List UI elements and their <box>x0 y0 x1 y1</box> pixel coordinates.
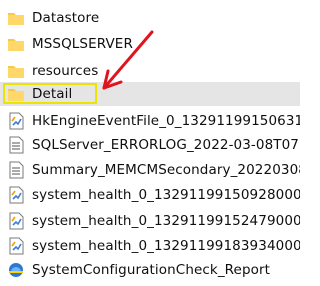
list-item-sqlserver-errorlog[interactable]: SQLServer_ERRORLOG_2022-03-08T07.46.... <box>0 133 300 157</box>
list-item-label: system_health_0_132911991524790000_20... <box>32 213 300 229</box>
folder-icon <box>7 9 25 27</box>
list-item-label: SQLServer_ERRORLOG_2022-03-08T07.46.... <box>32 137 300 153</box>
list-item-label: system_health_0_132911991839340000_20... <box>32 238 300 254</box>
list-item-label: HkEngineEventFile_0_13291199150631000... <box>32 113 300 129</box>
list-item-system-health-3[interactable]: system_health_0_132911991839340000_20... <box>0 234 300 258</box>
file-list: Datastore MSSQLSERVER resources Detail H… <box>0 0 300 286</box>
list-item-label: Summary_MEMCMSecondary_20220308_... <box>32 162 300 178</box>
xel-file-icon <box>7 186 25 204</box>
text-file-icon <box>7 136 25 154</box>
list-item-system-health-2[interactable]: system_health_0_132911991524790000_20... <box>0 209 300 233</box>
list-item-datastore[interactable]: Datastore <box>0 6 300 30</box>
detail-highlight-box <box>3 83 97 104</box>
folder-icon <box>7 62 25 80</box>
folder-icon <box>7 35 25 53</box>
list-item-system-configuration-check-report[interactable]: SystemConfigurationCheck_Report <box>0 258 300 282</box>
html-file-icon <box>7 261 25 279</box>
list-item-hkengine-event-file[interactable]: HkEngineEventFile_0_13291199150631000... <box>0 109 300 133</box>
xel-file-icon <box>7 237 25 255</box>
xel-file-icon <box>7 112 25 130</box>
list-item-label: system_health_0_132911991509280000_20... <box>32 187 300 203</box>
list-item-summary-memcm[interactable]: Summary_MEMCMSecondary_20220308_... <box>0 158 300 182</box>
list-item-label: Datastore <box>32 10 100 26</box>
list-item-mssqlserver[interactable]: MSSQLSERVER <box>0 32 300 56</box>
list-item-system-health-1[interactable]: system_health_0_132911991509280000_20... <box>0 183 300 207</box>
list-item-resources[interactable]: resources <box>0 59 300 83</box>
list-item-label: MSSQLSERVER <box>32 36 133 52</box>
text-file-icon <box>7 161 25 179</box>
list-item-label: resources <box>32 63 99 79</box>
xel-file-icon <box>7 212 25 230</box>
list-item-label: SystemConfigurationCheck_Report <box>32 262 271 278</box>
